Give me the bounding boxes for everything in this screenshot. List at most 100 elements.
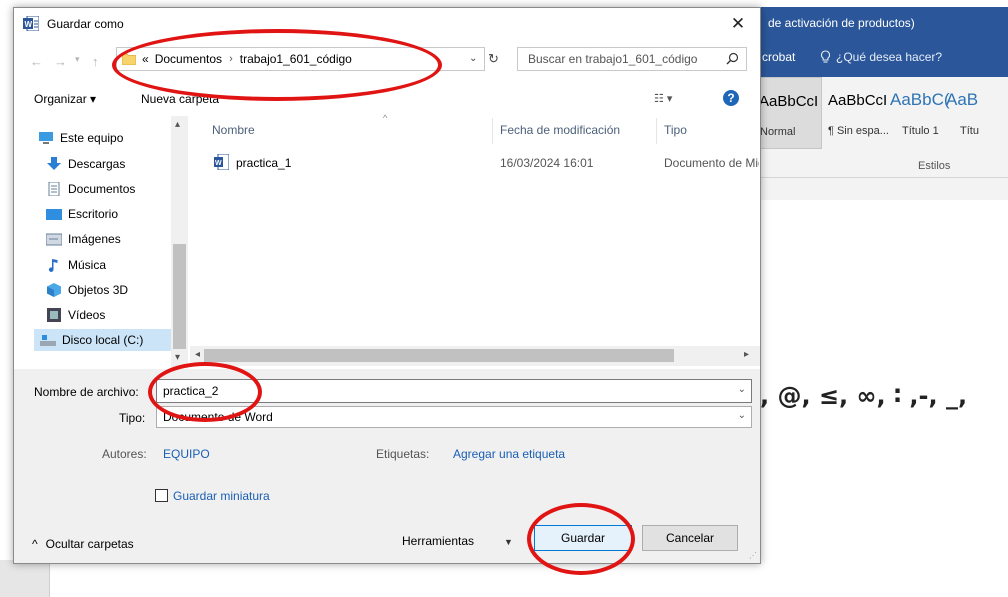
save-button[interactable]: Guardar (534, 525, 632, 551)
column-nombre[interactable]: Nombre (212, 123, 255, 137)
file-list-hscrollbar[interactable]: ◂ ▸ (190, 346, 760, 366)
save-thumbnail-checkbox[interactable] (155, 489, 168, 502)
address-dropdown-icon[interactable]: ⌄ (469, 53, 477, 64)
nav-item-imagenes[interactable]: Imágenes (46, 228, 121, 250)
hard-drive-icon (40, 335, 56, 346)
save-form: Nombre de archivo: ⌄ Tipo: Documento de … (14, 369, 760, 563)
style-titulo-2[interactable]: AaB Títu (946, 77, 1008, 149)
column-divider[interactable] (492, 118, 493, 144)
forward-arrow-icon[interactable]: → (54, 54, 67, 69)
cancel-button[interactable]: Cancelar (642, 525, 738, 551)
breadcrumb-overflow[interactable]: « (142, 52, 149, 66)
sort-ascending-icon: ^ (383, 113, 388, 123)
search-icon (726, 52, 739, 65)
organize-button[interactable]: Organizar ▾ (34, 92, 96, 106)
tools-dropdown-icon[interactable]: ▼ (504, 537, 513, 547)
word-document-icon: W (214, 154, 229, 170)
style-titulo-1[interactable]: AaBbC( Título 1 (884, 77, 950, 149)
nav-item-objetos-3d[interactable]: Objetos 3D (46, 279, 128, 301)
style-sin-espaciado[interactable]: AaBbCcI ¶ Sin espa... (822, 77, 889, 149)
search-box[interactable] (517, 47, 747, 71)
nav-item-label: Música (68, 258, 107, 272)
recent-locations-chevron-icon[interactable]: ▾ (75, 54, 80, 65)
folder-icon (122, 53, 136, 65)
save-thumbnail-label[interactable]: Guardar miniatura (173, 489, 270, 503)
nav-scrollbar-thumb[interactable] (173, 244, 186, 349)
nav-item-este-equipo[interactable]: Este equipo (38, 127, 123, 149)
column-tipo[interactable]: Tipo (664, 123, 687, 137)
svg-text:W: W (215, 160, 222, 167)
view-options-icon[interactable]: ☷ ▾ (654, 92, 672, 105)
download-arrow-icon (47, 157, 61, 170)
computer-icon (39, 132, 53, 144)
filetype-value: Documento de Word (163, 410, 273, 424)
add-tag-link[interactable]: Agregar una etiqueta (453, 447, 565, 461)
filename-field[interactable]: ⌄ (156, 379, 752, 403)
tools-button[interactable]: Herramientas (402, 534, 474, 548)
style-name: Normal (760, 126, 796, 138)
pictures-icon (46, 233, 62, 246)
back-arrow-icon[interactable]: ← (30, 54, 43, 69)
new-folder-button[interactable]: Nueva carpeta (141, 92, 219, 106)
word-icon: W (23, 16, 39, 31)
style-sample: AaB (946, 90, 979, 109)
file-name: practica_1 (236, 156, 292, 170)
nav-item-label: Disco local (C:) (62, 333, 144, 347)
style-sample: AaBbC( (890, 90, 950, 109)
hide-folders-label: Ocultar carpetas (45, 537, 134, 551)
breadcrumb-trabajo[interactable]: trabajo1_601_código (240, 52, 352, 66)
column-divider[interactable] (656, 118, 657, 144)
address-bar[interactable]: « Documentos › trabajo1_601_código (116, 47, 485, 71)
resize-grip-icon[interactable]: ⋰ (749, 551, 757, 560)
breadcrumb-separator-icon[interactable]: › (229, 53, 233, 65)
nav-item-descargas[interactable]: Descargas (46, 153, 125, 175)
close-button[interactable]: ✕ (716, 8, 760, 39)
nav-item-videos[interactable]: Vídeos (46, 304, 105, 326)
command-bar: Organizar ▾ Nueva carpeta ☷ ▾ ? (14, 82, 760, 116)
up-arrow-icon[interactable]: ↑ (92, 54, 99, 69)
nav-pane-scrollbar[interactable]: ▴ ▾ (171, 116, 188, 368)
hide-folders-button[interactable]: ^ Ocultar carpetas (32, 537, 134, 551)
file-list-header: ^ Nombre Fecha de modificación Tipo (190, 113, 760, 148)
chevron-down-icon[interactable]: ⌄ (738, 410, 746, 421)
nav-item-label: Escritorio (68, 207, 119, 221)
filetype-select[interactable]: Documento de Word ⌄ (156, 406, 752, 428)
nav-item-documentos[interactable]: Documentos (46, 178, 135, 200)
scroll-down-icon[interactable]: ▾ (175, 352, 180, 363)
dialog-titlebar[interactable]: W Guardar como ✕ (14, 8, 760, 39)
word-ruler (760, 178, 1008, 200)
nav-item-escritorio[interactable]: Escritorio (46, 203, 118, 225)
refresh-icon[interactable]: ↻ (488, 51, 499, 67)
tell-me-box[interactable]: ¿Qué desea hacer? (820, 50, 942, 64)
scroll-up-icon[interactable]: ▴ (175, 119, 180, 130)
nav-item-label: Vídeos (68, 308, 106, 322)
search-input[interactable] (528, 52, 718, 66)
help-icon[interactable]: ? (723, 90, 739, 106)
column-fecha[interactable]: Fecha de modificación (500, 123, 620, 137)
tab-acrobat[interactable]: crobat (762, 50, 795, 64)
dialog-title: Guardar como (47, 17, 124, 31)
hscrollbar-thumb[interactable] (204, 349, 674, 362)
save-as-dialog: W Guardar como ✕ ← → ▾ ↑ « Documentos › … (13, 7, 761, 564)
nav-item-label: Objetos 3D (68, 283, 129, 297)
filetype-label: Tipo: (119, 411, 146, 425)
nav-item-musica[interactable]: Música (46, 254, 106, 276)
style-normal[interactable]: AaBbCcI Normal (759, 77, 822, 149)
authors-link[interactable]: EQUIPO (163, 447, 210, 461)
filename-input[interactable] (163, 384, 723, 398)
word-ribbon-tabs: crobat ¿Qué desea hacer? (760, 39, 1008, 77)
file-type: Documento de Microsoft Word (664, 156, 759, 170)
chevron-down-icon[interactable]: ⌄ (738, 384, 746, 395)
file-row[interactable]: W practica_1 16/03/2024 16:01 Documento … (190, 152, 760, 174)
scroll-left-icon[interactable]: ◂ (195, 349, 200, 360)
scroll-right-icon[interactable]: ▸ (744, 349, 749, 360)
navigation-bar: ← → ▾ ↑ « Documentos › trabajo1_601_códi… (14, 39, 760, 79)
breadcrumb-documentos[interactable]: Documentos (155, 52, 222, 66)
style-name: Título 1 (902, 125, 939, 137)
nav-item-label: Imágenes (68, 232, 121, 246)
style-name: ¶ Sin espa... (828, 125, 889, 137)
file-date: 16/03/2024 16:01 (500, 156, 594, 170)
nav-item-disco-local[interactable]: Disco local (C:) (34, 329, 175, 351)
3d-objects-icon (47, 283, 61, 297)
word-styles-gallery: AaBbCcI Normal AaBbCcI ¶ Sin espa... AaB… (759, 77, 1008, 178)
